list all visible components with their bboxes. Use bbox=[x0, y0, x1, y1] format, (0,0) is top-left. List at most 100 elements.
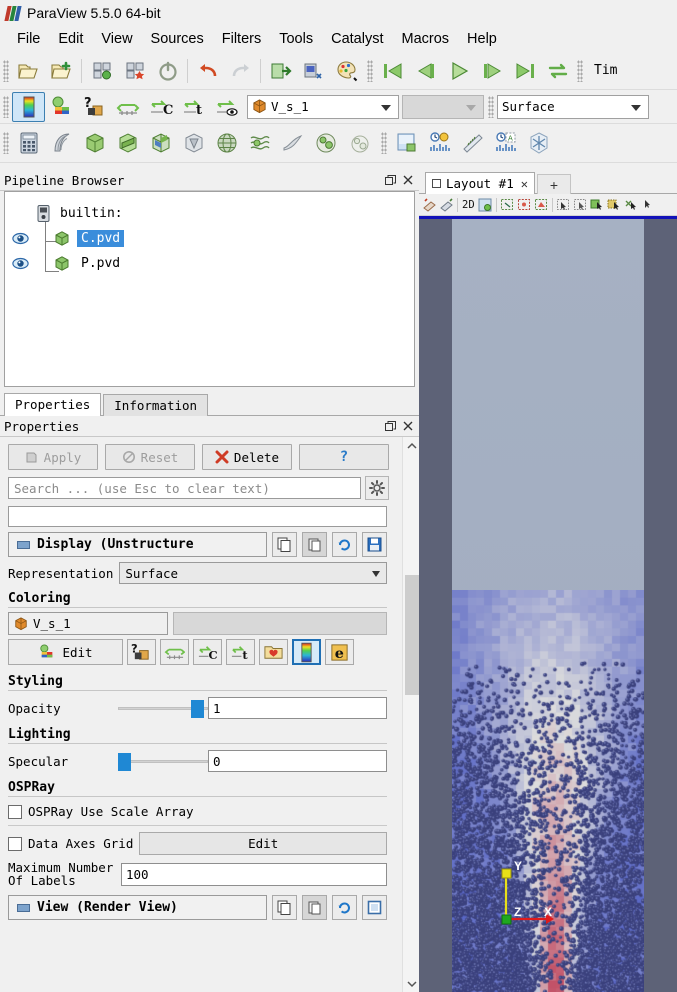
rescale-temporal-icon[interactable]: t bbox=[177, 92, 210, 122]
load-state-icon[interactable] bbox=[118, 56, 151, 86]
rescale-to-data-range-icon[interactable] bbox=[160, 639, 189, 665]
pipeline-item-p-pvd[interactable]: P.pvd bbox=[5, 251, 414, 276]
view-section-toggle[interactable]: View (Render View) bbox=[8, 895, 267, 920]
slice-icon[interactable] bbox=[111, 128, 144, 158]
rescale-visible-range-icon[interactable] bbox=[210, 92, 243, 122]
select-points-on-icon[interactable] bbox=[572, 196, 589, 214]
pipeline-item-c-pvd[interactable]: C.pvd bbox=[5, 226, 414, 251]
orientation-axes-widget[interactable]: Y X Z bbox=[494, 857, 564, 937]
plot-over-time-icon[interactable] bbox=[423, 128, 456, 158]
select-block-icon[interactable] bbox=[623, 196, 640, 214]
color-array-combo[interactable]: V_s_1 bbox=[247, 94, 399, 119]
menu-catalyst[interactable]: Catalyst bbox=[322, 29, 392, 49]
reset-camera-closest-icon[interactable] bbox=[516, 196, 533, 214]
opacity-input[interactable]: 1 bbox=[208, 697, 387, 719]
edit-scalar-bar-icon[interactable]: e bbox=[325, 639, 354, 665]
calculator-icon[interactable] bbox=[12, 128, 45, 158]
undock-icon[interactable] bbox=[383, 173, 397, 187]
delete-button[interactable]: Delete bbox=[202, 444, 292, 470]
search-input[interactable]: Search ... (use Esc to clear text) bbox=[8, 477, 361, 499]
camera-undo-icon[interactable] bbox=[421, 196, 438, 214]
rescale-over-time-icon[interactable]: t bbox=[226, 639, 255, 665]
data-axes-grid-edit-button[interactable]: Edit bbox=[139, 832, 387, 855]
warp-icon[interactable] bbox=[276, 128, 309, 158]
rescale-custom-range-icon[interactable]: C bbox=[193, 639, 222, 665]
save-state-icon[interactable] bbox=[85, 56, 118, 86]
toolbar-grip[interactable] bbox=[381, 132, 387, 154]
visibility-eye-icon[interactable] bbox=[9, 257, 31, 270]
render-view[interactable]: Y X Z bbox=[419, 216, 677, 992]
reset-camera-icon[interactable] bbox=[477, 196, 494, 214]
data-axes-grid-checkbox[interactable] bbox=[8, 836, 22, 851]
scroll-up-icon[interactable] bbox=[403, 437, 419, 454]
add-layout-tab-button[interactable]: + bbox=[536, 174, 571, 194]
opacity-slider[interactable] bbox=[118, 697, 208, 719]
paste-properties-icon[interactable] bbox=[302, 532, 327, 557]
apply-button[interactable]: Apply bbox=[8, 444, 98, 470]
scroll-down-icon[interactable] bbox=[403, 975, 419, 992]
representation-combo[interactable]: Surface bbox=[497, 94, 649, 119]
pipeline-server-row[interactable]: builtin: bbox=[5, 201, 414, 226]
toolbar-grip[interactable] bbox=[367, 59, 373, 82]
camera-redo-icon[interactable] bbox=[438, 196, 455, 214]
toolbar-grip[interactable] bbox=[488, 95, 494, 118]
open-file-icon[interactable] bbox=[12, 56, 45, 86]
choose-preset-icon[interactable] bbox=[259, 639, 288, 665]
select-cells-through-icon[interactable] bbox=[589, 196, 606, 214]
copy-properties-icon[interactable] bbox=[272, 895, 297, 920]
menu-filters[interactable]: Filters bbox=[213, 29, 270, 49]
reset-button[interactable]: Reset bbox=[105, 444, 195, 470]
menu-help[interactable]: Help bbox=[458, 29, 506, 49]
display-section-toggle[interactable]: Display (Unstructure bbox=[8, 532, 267, 557]
color-component-combo[interactable] bbox=[402, 94, 484, 119]
plot-over-line-icon[interactable] bbox=[456, 128, 489, 158]
color-palette-icon[interactable] bbox=[330, 56, 363, 86]
extract-subset-icon[interactable] bbox=[177, 128, 210, 158]
close-icon[interactable] bbox=[401, 419, 415, 433]
help-button[interactable]: ? bbox=[299, 444, 389, 470]
coloring-array-select[interactable]: V_s_1 bbox=[8, 612, 168, 635]
contour-icon[interactable] bbox=[45, 128, 78, 158]
undock-icon[interactable] bbox=[383, 419, 397, 433]
specular-input[interactable]: 0 bbox=[208, 750, 387, 772]
close-icon[interactable] bbox=[401, 173, 415, 187]
menu-sources[interactable]: Sources bbox=[142, 29, 213, 49]
link-camera-icon[interactable] bbox=[522, 128, 555, 158]
pipeline-browser[interactable]: builtin: C.pvd P.pvd bbox=[4, 191, 415, 387]
properties-scrollbar[interactable] bbox=[402, 437, 419, 992]
properties-blank-field[interactable] bbox=[8, 506, 387, 527]
toolbar-grip[interactable] bbox=[3, 132, 9, 154]
max-labels-input[interactable]: 100 bbox=[121, 862, 387, 886]
select-cells-on-icon[interactable] bbox=[555, 196, 572, 214]
menu-file[interactable]: File bbox=[8, 29, 49, 49]
save-settings-icon[interactable] bbox=[362, 895, 387, 920]
representation-select[interactable]: Surface bbox=[119, 562, 387, 584]
layout-tab[interactable]: Layout #1 ✕ bbox=[425, 172, 535, 194]
menu-macros[interactable]: Macros bbox=[392, 29, 458, 49]
threshold-icon[interactable] bbox=[144, 128, 177, 158]
zoom-to-data-icon[interactable] bbox=[533, 196, 550, 214]
copy-properties-icon[interactable] bbox=[272, 532, 297, 557]
specular-slider[interactable] bbox=[118, 750, 208, 772]
close-icon[interactable]: ✕ bbox=[521, 177, 528, 191]
reset-session-icon[interactable] bbox=[151, 56, 184, 86]
extract-level-icon[interactable] bbox=[342, 128, 375, 158]
next-frame-icon[interactable] bbox=[475, 56, 508, 86]
tab-information[interactable]: Information bbox=[103, 394, 209, 416]
menu-view[interactable]: View bbox=[92, 29, 141, 49]
save-settings-icon[interactable] bbox=[362, 532, 387, 557]
restore-defaults-icon[interactable] bbox=[332, 532, 357, 557]
undo-icon[interactable] bbox=[191, 56, 224, 86]
restore-defaults-icon[interactable] bbox=[332, 895, 357, 920]
clip-icon[interactable] bbox=[78, 128, 111, 158]
toolbar-grip[interactable] bbox=[3, 59, 9, 82]
slider-handle[interactable] bbox=[118, 753, 131, 771]
play-icon[interactable] bbox=[442, 56, 475, 86]
menu-edit[interactable]: Edit bbox=[49, 29, 92, 49]
connect-server-icon[interactable] bbox=[264, 56, 297, 86]
rescale-over-time-icon[interactable]: C bbox=[144, 92, 177, 122]
interactive-select-icon[interactable] bbox=[640, 196, 657, 214]
ospray-scale-array-row[interactable]: OSPRay Use Scale Array bbox=[0, 800, 395, 823]
select-points-through-icon[interactable] bbox=[606, 196, 623, 214]
zoom-to-box-icon[interactable] bbox=[499, 196, 516, 214]
